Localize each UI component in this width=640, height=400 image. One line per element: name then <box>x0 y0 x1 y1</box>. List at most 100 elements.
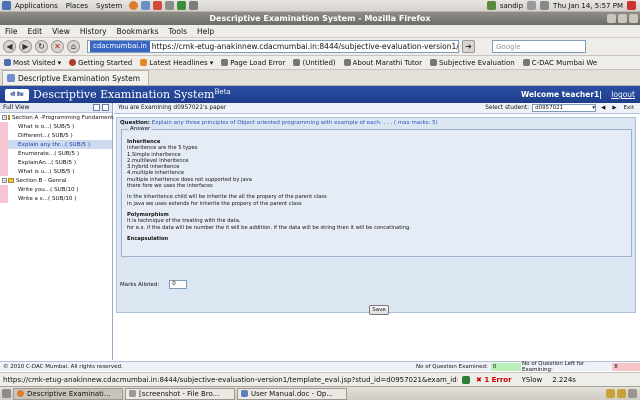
bookmark-page-load-error[interactable]: Page Load Error <box>217 59 289 67</box>
next-student-button[interactable]: ▶ <box>610 105 618 111</box>
error-count[interactable]: ✖ 1 Error <box>476 376 512 384</box>
tab-strip: Descriptive Examination System <box>0 70 640 86</box>
app-header: सी डैक Descriptive Examination SystemBet… <box>0 86 640 103</box>
network-icon[interactable] <box>486 1 496 10</box>
navigation-toolbar: ◀ ▶ ↻ ✕ ⌂ cdacmumbai.in https://cmk-etug… <box>0 38 640 56</box>
help-launcher-icon[interactable] <box>153 1 163 10</box>
show-desktop-icon[interactable] <box>2 389 11 398</box>
window-titlebar[interactable]: Descriptive Examination System - Mozilla… <box>0 12 640 25</box>
evaluation-panel: You are Examining d0957021's paper Selec… <box>114 103 640 360</box>
panel-menu-applications[interactable]: Applications <box>11 2 62 10</box>
task-file-browser[interactable]: [screenshot - File Bro... <box>125 387 235 400</box>
gnome-foot-icon[interactable] <box>2 1 11 10</box>
exit-button[interactable]: Exit <box>622 105 636 111</box>
url-bar[interactable]: cdacmumbai.in https://cmk-etug-anakinnew… <box>87 40 459 53</box>
tree-item-label: What is u...( SUB/5 ) <box>18 168 75 175</box>
workspace-1-icon[interactable] <box>606 389 615 398</box>
url-text[interactable]: https://cmk-etug-anakinnew.cdacmumbai.in… <box>152 42 458 51</box>
search-input[interactable]: Google <box>492 40 586 53</box>
forward-button[interactable]: ▶ <box>19 40 32 53</box>
tree-section[interactable]: − Section A -Programming Fundamentals <box>0 113 121 122</box>
spreadsheet-launcher-icon[interactable] <box>177 1 187 10</box>
unexamined-marker <box>0 185 8 194</box>
minimize-button[interactable] <box>607 14 616 23</box>
save-button[interactable]: Save <box>369 305 389 315</box>
collapse-all-icon[interactable] <box>93 104 100 111</box>
bookmark-marathi-tutor[interactable]: About Marathi Tutor <box>340 59 426 67</box>
tree-question-item[interactable]: Write a s...( SUB/10 ) <box>0 194 112 203</box>
lock-icon[interactable] <box>462 375 470 384</box>
tree-section[interactable]: − Section B - Genral <box>0 176 112 185</box>
tree-item-label: ExplainAn...( SUB/5 ) <box>18 159 77 166</box>
panel-menu-places[interactable]: Places <box>62 2 92 10</box>
tree-item-label: What is o...( SUB/5 ) <box>18 123 75 130</box>
terminal-launcher-icon[interactable] <box>165 1 175 10</box>
power-icon[interactable] <box>627 1 636 10</box>
menu-bookmarks[interactable]: Bookmarks <box>112 27 164 36</box>
folder-icon <box>129 390 136 397</box>
select-student-label: Select student: <box>485 105 530 111</box>
workspace-2-icon[interactable] <box>617 389 626 398</box>
collapse-toggle-icon[interactable]: − <box>2 115 7 120</box>
expand-all-icon[interactable] <box>102 104 109 111</box>
bookmark-subjective-evaluation[interactable]: Subjective Evaluation <box>426 59 519 67</box>
mail-icon[interactable] <box>527 1 537 10</box>
menu-history[interactable]: History <box>75 27 112 36</box>
stop-button[interactable]: ✕ <box>51 40 64 53</box>
trash-icon[interactable] <box>628 389 637 398</box>
browser-menubar: File Edit View History Bookmarks Tools H… <box>0 25 640 38</box>
tab-descriptive-exam[interactable]: Descriptive Examination System <box>2 70 150 85</box>
panel-menu-system[interactable]: System <box>92 2 126 10</box>
close-button[interactable] <box>629 14 638 23</box>
logout-link[interactable]: logout <box>611 90 635 99</box>
panel-clock[interactable]: Thu Jan 14, 5:57 PM <box>553 2 623 10</box>
task-user-manual-label: User Manual.doc - Op... <box>251 389 334 398</box>
menu-help[interactable]: Help <box>192 27 219 36</box>
menu-file[interactable]: File <box>0 27 23 36</box>
site-identity-button[interactable]: cdacmumbai.in <box>90 41 150 52</box>
tree-question-item[interactable]: What is o...( SUB/5 ) <box>0 122 112 131</box>
yslow-button[interactable]: YSlow <box>522 376 543 384</box>
task-firefox[interactable]: Descriptive Examinati... <box>13 387 123 400</box>
menu-tools[interactable]: Tools <box>164 27 192 36</box>
tree-question-item[interactable]: ExplainAn...( SUB/5 ) <box>0 158 112 167</box>
go-button[interactable]: ➜ <box>462 40 475 53</box>
tree-question-item[interactable]: What is u...( SUB/5 ) <box>0 167 112 176</box>
maximize-button[interactable] <box>618 14 627 23</box>
bookmark-latest-headlines[interactable]: Latest Headlines ▾ <box>136 59 217 67</box>
panel-username[interactable]: sandip <box>500 2 523 10</box>
email-launcher-icon[interactable] <box>141 1 151 10</box>
collapse-toggle-icon[interactable]: − <box>2 178 7 183</box>
home-button[interactable]: ⌂ <box>67 40 80 53</box>
question-tree-panel: Full View − Section A -Programming Fundam… <box>0 103 121 360</box>
screenshot-launcher-icon[interactable] <box>189 1 199 10</box>
bookmark-untitled[interactable]: (Untitled) <box>289 59 339 67</box>
unexamined-marker <box>0 167 8 176</box>
unexamined-marker <box>0 194 8 203</box>
firefox-launcher-icon[interactable] <box>129 1 139 10</box>
marks-label: Marks Alloted: <box>120 281 160 288</box>
tree-header: Full View <box>0 103 112 113</box>
left-value: 8 <box>612 362 640 371</box>
reload-button[interactable]: ↻ <box>35 40 48 53</box>
back-button[interactable]: ◀ <box>3 40 16 53</box>
menu-edit[interactable]: Edit <box>23 27 48 36</box>
volume-icon[interactable] <box>540 1 550 10</box>
gnome-top-panel: Applications Places System sandip Thu Ja… <box>0 0 640 12</box>
beta-label: Beta <box>214 88 231 96</box>
menu-view[interactable]: View <box>47 27 75 36</box>
marks-input[interactable]: 0 <box>169 280 188 289</box>
student-select[interactable]: d0957021 ▾ <box>532 104 597 112</box>
unexamined-marker <box>0 122 8 131</box>
tree-question-item[interactable]: Enumerate...( SUB/5 ) <box>0 149 112 158</box>
task-user-manual[interactable]: User Manual.doc - Op... <box>237 387 347 400</box>
tree-question-item[interactable]: Different...( SUB/5 ) <box>0 131 112 140</box>
tree-question-item[interactable]: Explain any thr...( SUB/5 ) <box>0 140 112 149</box>
tree-question-item[interactable]: Write you...( SUB/10 ) <box>0 185 112 194</box>
prev-student-button[interactable]: ◀ <box>599 105 607 111</box>
bookmark-cdac-mumbai[interactable]: C-DAC Mumbai We <box>519 59 601 67</box>
cdac-logo: सी डैक <box>5 88 29 101</box>
bookmark-most-visited[interactable]: Most Visited ▾ <box>0 59 65 67</box>
app-footer: © 2010 C-DAC Mumbai. All rights reserved… <box>0 361 640 373</box>
bookmark-getting-started[interactable]: Getting Started <box>65 59 136 67</box>
